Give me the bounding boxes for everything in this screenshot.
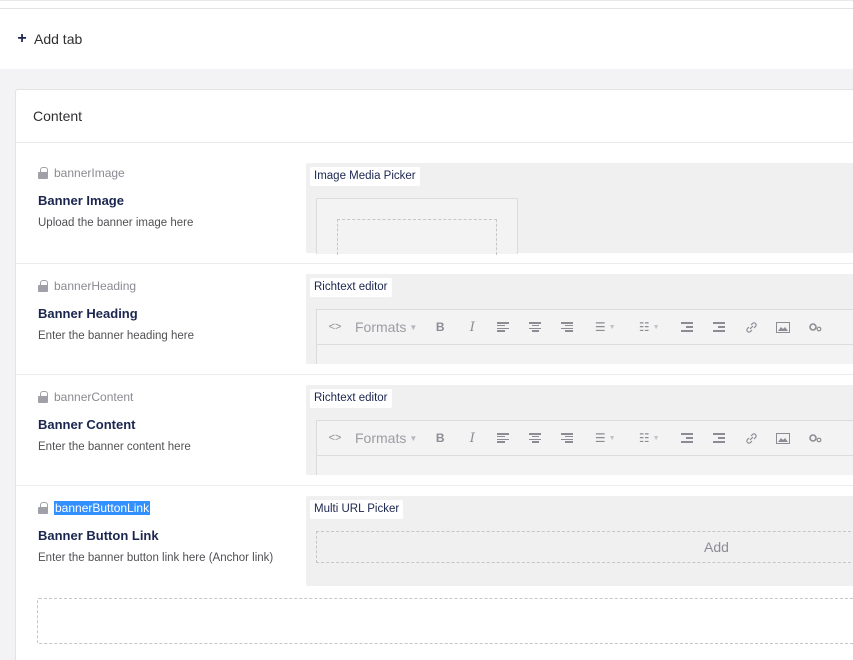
align-center-icon[interactable] [527,317,543,337]
alias-text[interactable]: bannerButtonLink [54,501,151,515]
lock-icon[interactable] [38,280,48,292]
add-tab-button[interactable]: + Add tab [16,30,82,48]
formats-dropdown[interactable]: Formats ▼ [355,317,417,337]
property-alias: bannerButtonLink [38,500,308,516]
alias-text[interactable]: bannerImage [54,166,125,180]
media-dropzone [337,219,497,255]
lock-icon[interactable] [38,502,48,514]
property-banner-button-link: bannerButtonLink Banner Button Link Ente… [16,486,853,596]
editor-preview[interactable]: Image Media Picker [306,163,853,255]
italic-icon[interactable]: I [465,428,479,448]
alias-text[interactable]: bannerContent [54,390,133,404]
property-info: bannerContent Banner Content Enter the b… [38,389,308,453]
numbered-list-icon[interactable]: ☷ ▼ [635,428,663,448]
editor-name-badge: Richtext editor [310,278,392,297]
outdent-icon[interactable] [679,428,695,448]
bullet-list-icon[interactable]: ☰ ▼ [591,317,619,337]
property-description: Enter the banner button link here (Ancho… [38,552,274,564]
property-description: Upload the banner image here [38,217,194,229]
bold-icon[interactable]: B [433,317,447,337]
indent-icon[interactable] [711,428,727,448]
link-icon[interactable] [743,428,759,448]
property-label: Banner Heading [38,306,138,321]
property-description: Enter the banner heading here [38,330,195,342]
align-right-icon[interactable] [559,317,575,337]
richtext-preview: <> Formats ▼ B I ☰ ▼ ☷ ▼ [316,309,853,364]
property-label: Banner Image [38,193,124,208]
editor-name-badge: Richtext editor [310,389,392,408]
group-title: Content [16,90,853,143]
align-left-icon[interactable] [495,428,511,448]
align-right-icon[interactable] [559,428,575,448]
property-alias: bannerImage [38,165,308,181]
align-center-icon[interactable] [527,428,543,448]
formats-dropdown[interactable]: Formats ▼ [355,428,417,448]
editor-preview[interactable]: Richtext editor <> Formats ▼ B I ☰ ▼ ☷ ▼ [306,385,853,475]
editor-preview[interactable]: Richtext editor <> Formats ▼ B I ☰ ▼ ☷ ▼ [306,274,853,364]
link-icon[interactable] [743,317,759,337]
code-icon[interactable]: <> [327,428,343,448]
property-banner-content: bannerContent Banner Content Enter the b… [16,375,853,486]
property-alias: bannerHeading [38,278,308,294]
property-info: bannerImage Banner Image Upload the bann… [38,165,308,229]
property-info: bannerButtonLink Banner Button Link Ente… [38,500,308,564]
property-banner-heading: bannerHeading Banner Heading Enter the b… [16,264,853,375]
property-label: Banner Button Link [38,528,159,543]
image-icon[interactable] [775,317,791,337]
add-tab-label: Add tab [34,31,83,47]
plus-icon: + [17,30,27,47]
bold-icon[interactable]: B [433,428,447,448]
numbered-list-icon[interactable]: ☷ ▼ [635,317,663,337]
lock-icon[interactable] [38,391,48,403]
italic-icon[interactable]: I [465,317,479,337]
editor-name-badge: Multi URL Picker [310,500,404,519]
image-icon[interactable] [775,428,791,448]
content-group: Content bannerImage Banner Image Upload … [15,89,853,660]
code-icon[interactable]: <> [327,317,343,337]
property-label: Banner Content [38,417,136,432]
rte-toolbar: <> Formats ▼ B I ☰ ▼ ☷ ▼ [317,421,853,456]
formats-label: Formats [355,319,407,335]
tabs-bar: + Add tab [0,0,853,69]
property-banner-image: bannerImage Banner Image Upload the bann… [16,144,853,264]
richtext-preview: <> Formats ▼ B I ☰ ▼ ☷ ▼ [316,420,853,475]
alias-text[interactable]: bannerHeading [54,279,136,293]
add-property-dropzone[interactable] [37,598,853,644]
top-divider [0,1,853,9]
lock-icon[interactable] [38,167,48,179]
gears-icon[interactable] [807,428,823,448]
bullet-list-icon[interactable]: ☰ ▼ [591,428,619,448]
rte-toolbar: <> Formats ▼ B I ☰ ▼ ☷ ▼ [317,310,853,345]
editor-preview[interactable]: Multi URL Picker Add [306,496,853,586]
formats-label: Formats [355,430,407,446]
media-picker-preview [316,198,518,255]
property-description: Enter the banner content here [38,441,191,453]
editor-name-badge: Image Media Picker [310,167,420,186]
url-picker-add-button[interactable]: Add [316,531,853,563]
gears-icon[interactable] [807,317,823,337]
outdent-icon[interactable] [679,317,695,337]
align-left-icon[interactable] [495,317,511,337]
property-info: bannerHeading Banner Heading Enter the b… [38,278,308,342]
indent-icon[interactable] [711,317,727,337]
property-alias: bannerContent [38,389,308,405]
caret-down-icon: ▼ [409,433,418,443]
caret-down-icon: ▼ [409,322,418,332]
